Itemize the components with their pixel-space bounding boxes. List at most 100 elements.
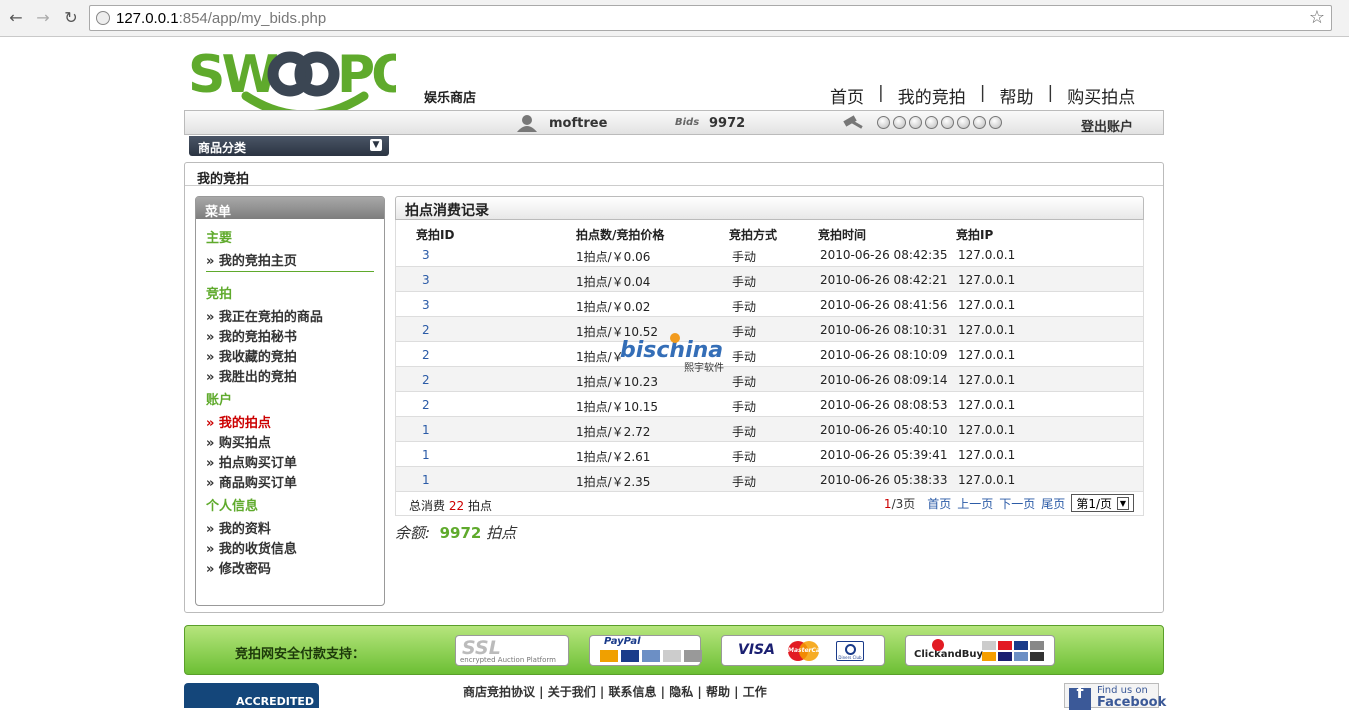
cell-time: 2010-06-26 08:10:09: [820, 348, 948, 362]
sidebar-item-change-password[interactable]: » 修改密码: [206, 558, 384, 577]
cell-price: 1拍点/￥2.35: [576, 475, 651, 489]
diners-text: Diners Club: [838, 655, 862, 660]
cell-ip: 127.0.0.1: [958, 248, 1016, 262]
facebook-icon: f: [1069, 685, 1091, 710]
cell-time: 2010-06-26 05:38:33: [820, 473, 948, 487]
cell-time: 2010-06-26 08:42:21: [820, 273, 948, 287]
forward-icon[interactable]: →: [34, 9, 52, 27]
sidebar-item-my-profile[interactable]: » 我的资料: [206, 518, 384, 537]
payment-label: 竞拍网安全付款支持：: [235, 647, 366, 662]
cell-time: 2010-06-26 05:40:10: [820, 423, 948, 437]
card-icon: [1030, 652, 1044, 661]
cell-id[interactable]: 3: [422, 298, 430, 312]
nav-buy-bids[interactable]: 购买拍点: [1067, 83, 1135, 108]
cell-id[interactable]: 2: [422, 348, 430, 362]
card-icon: [684, 650, 702, 662]
cell-price: 1拍点/￥0.02: [576, 300, 651, 314]
cell-mode: 手动: [732, 275, 757, 289]
shop-label: 娱乐商店: [424, 91, 477, 106]
cell-ip: 127.0.0.1: [958, 298, 1016, 312]
sidebar-section-account: 账户: [206, 393, 233, 408]
watermark-sub: 熙宇软件: [684, 361, 724, 374]
mastercard-text: MasterCard: [788, 647, 828, 654]
next-page-link[interactable]: 下一页: [999, 495, 1035, 512]
bbb-accredited-badge[interactable]: ACCREDITED: [184, 683, 319, 708]
facebook-badge[interactable]: f Find us on Facebook: [1064, 683, 1166, 710]
cell-id[interactable]: 3: [422, 273, 430, 287]
cell-id[interactable]: 1: [422, 473, 430, 487]
card-icon: [621, 650, 639, 662]
sidebar-item-buy-bid-points[interactable]: » 购买拍点: [206, 432, 384, 451]
username[interactable]: moftree: [549, 116, 607, 131]
indicator-dot: [957, 116, 970, 129]
indicator-dot: [925, 116, 938, 129]
watermark-dot: [670, 333, 680, 343]
sidebar-section-bidding: 竞拍: [206, 287, 233, 302]
reload-icon[interactable]: ↻: [62, 9, 80, 27]
cell-ip: 127.0.0.1: [958, 423, 1016, 437]
cell-ip: 127.0.0.1: [958, 273, 1016, 287]
card-icon: [982, 641, 996, 650]
sidebar-item-favorites[interactable]: » 我收藏的竞拍: [206, 346, 384, 365]
nav-help[interactable]: 帮助: [999, 83, 1033, 108]
sidebar-item-bid-orders[interactable]: » 拍点购买订单: [206, 452, 384, 471]
cell-mode: 手动: [732, 450, 757, 464]
indicator-dot: [973, 116, 986, 129]
col-header-mode: 竞拍方式: [729, 228, 778, 242]
cell-mode: 手动: [732, 300, 757, 314]
first-page-link[interactable]: 首页: [927, 495, 951, 512]
logout-link[interactable]: 登出账户: [1081, 116, 1133, 135]
card-icon: [982, 652, 996, 661]
last-page-link[interactable]: 尾页: [1041, 495, 1065, 512]
visa-text: VISA: [738, 642, 775, 658]
cell-mode: 手动: [732, 350, 757, 364]
records-table: 竞拍ID 拍点数/竞拍价格 竞拍方式 竞拍时间 竞拍IP 3 1拍点/￥0.06 手…: [395, 220, 1144, 492]
page-select[interactable]: 第1/页 ▼: [1071, 494, 1134, 512]
cell-price: 1拍点/￥10.23: [576, 375, 659, 389]
card-icon: [1030, 641, 1044, 650]
sidebar-item-won[interactable]: » 我胜出的竞拍: [206, 366, 384, 385]
cell-time: 2010-06-26 08:42:35: [820, 248, 948, 262]
cell-id[interactable]: 2: [422, 373, 430, 387]
paypal-cards: [600, 650, 702, 662]
nav-home[interactable]: 首页: [830, 83, 864, 108]
page-current: 1: [883, 496, 892, 511]
sidebar-item-shipping-info[interactable]: » 我的收货信息: [206, 538, 384, 557]
col-header-id: 竞拍ID: [416, 228, 455, 242]
prev-page-link[interactable]: 上一页: [957, 495, 993, 512]
clickandbuy-badge: ClickandBuy: [905, 635, 1055, 666]
cell-mode: 手动: [732, 325, 757, 339]
category-menu-button[interactable]: 商品分类 ▼: [189, 136, 389, 156]
cell-id[interactable]: 1: [422, 448, 430, 462]
table-row: 2 1拍点/￥10.52 手动 2010-06-26 08:10:31 127.0.0.…: [396, 317, 1143, 342]
nav-separator: |: [979, 83, 986, 103]
page-select-value: 第1/页: [1076, 496, 1112, 511]
sidebar-item-my-bids-home[interactable]: » 我的竞拍主页: [206, 250, 384, 269]
sidebar-item-product-orders[interactable]: » 商品购买订单: [206, 472, 384, 491]
gavel-icon: [843, 115, 863, 129]
address-bar[interactable]: 127.0.0.1:854/app/my_bids.php ☆: [89, 5, 1332, 31]
ssl-sub: encrypted Auction Platform: [460, 656, 557, 664]
cell-id[interactable]: 2: [422, 323, 430, 337]
sidebar-item-bid-agent[interactable]: » 我的竞拍秘书: [206, 326, 384, 345]
card-icon: [998, 641, 1012, 650]
back-icon[interactable]: ←: [7, 9, 25, 27]
page-indicator: 1/3页: [884, 495, 915, 512]
cell-id[interactable]: 3: [422, 248, 430, 262]
table-row: 2 1拍点/￥10.15 手动 2010-06-26 08:08:53 127.0.0.…: [396, 392, 1143, 417]
top-nav: 首页 | 我的竞拍 | 帮助 | 购买拍点: [830, 83, 1135, 108]
bids-count: 9972: [709, 116, 746, 131]
footer-links[interactable]: 商店竞拍协议 | 关于我们 | 联系信息 | 隐私 | 帮助 | 工作: [463, 683, 767, 700]
cell-mode: 手动: [732, 400, 757, 414]
cell-id[interactable]: 2: [422, 398, 430, 412]
bookmark-star-icon[interactable]: ☆: [1309, 7, 1325, 28]
sidebar-item-bidding-now[interactable]: » 我正在竞拍的商品: [206, 306, 384, 325]
url-text[interactable]: 127.0.0.1:854/app/my_bids.php: [116, 10, 326, 27]
sidebar-item-my-bid-points[interactable]: » 我的拍点: [206, 412, 384, 431]
cell-ip: 127.0.0.1: [958, 323, 1016, 337]
table-row: 1 1拍点/￥2.72 手动 2010-06-26 05:40:10 127.0.0.1: [396, 417, 1143, 442]
cell-ip: 127.0.0.1: [958, 398, 1016, 412]
cell-id[interactable]: 1: [422, 423, 430, 437]
card-icon: [663, 650, 681, 662]
nav-my-bids[interactable]: 我的竞拍: [898, 83, 966, 108]
